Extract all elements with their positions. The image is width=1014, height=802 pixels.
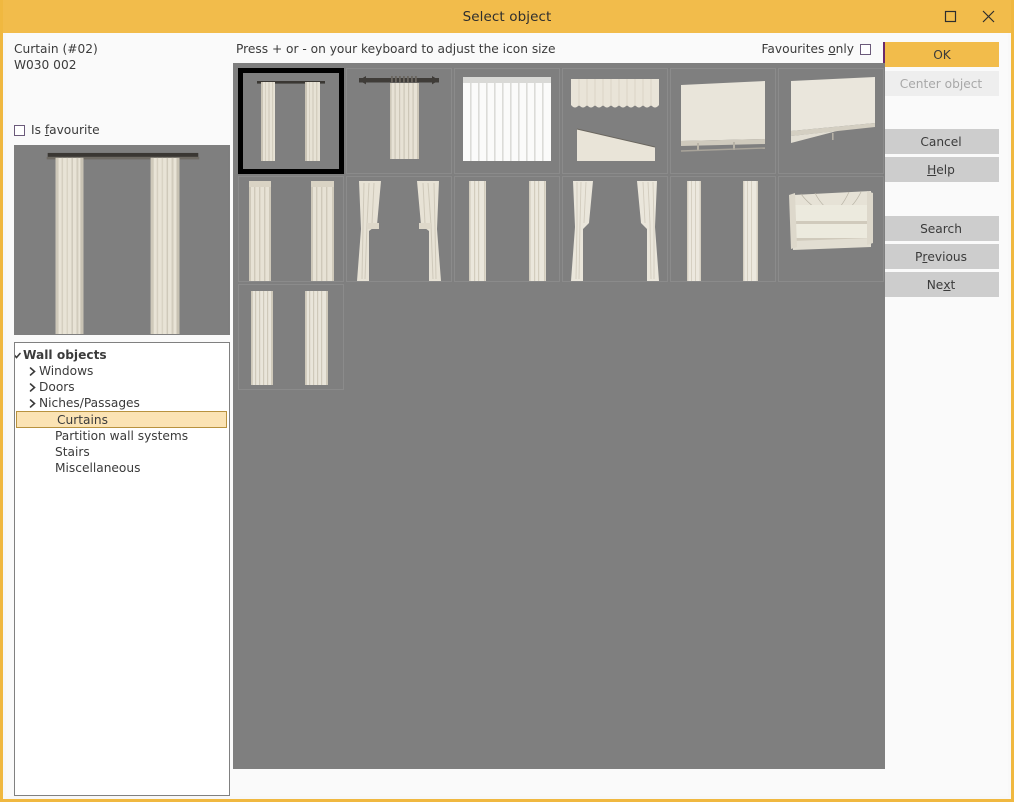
- previous-button[interactable]: Previous: [883, 244, 999, 269]
- curtain-pair-flared-icon: [563, 177, 667, 281]
- tree-item-label: Stairs: [55, 445, 90, 459]
- object-name-label: Curtain (#02) W030 002: [14, 42, 233, 73]
- curtain-pair-narrow-icon: [455, 177, 559, 281]
- title-bar: Select object: [3, 0, 1011, 33]
- left-panel: Curtain (#02) W030 002 Is favourite: [6, 33, 233, 796]
- curtain-pair-tied-icon: [347, 177, 451, 281]
- is-favourite-label: Is favourite: [31, 123, 100, 137]
- curtain-pair-pleated-icon: [239, 285, 343, 389]
- grid-item-curtain-pair-straight[interactable]: [238, 176, 344, 282]
- swag-drape-icon: [779, 177, 883, 281]
- chevron-right-icon[interactable]: [25, 382, 39, 393]
- object-grid: [233, 63, 885, 390]
- is-favourite-row[interactable]: Is favourite: [14, 123, 233, 137]
- grid-item-swag-drape[interactable]: [778, 176, 884, 282]
- curtain-preview-image: [15, 146, 229, 334]
- tree-item-label: Doors: [39, 380, 75, 394]
- tree-item-wall-objects[interactable]: Wall objects: [15, 347, 229, 363]
- favourites-only-label: Favourites only: [762, 42, 854, 56]
- select-object-dialog: Select object Curtain (#02) W030: [0, 0, 1014, 802]
- center-panel: Press + or - on your keyboard to adjust …: [233, 33, 877, 796]
- roman-blind-plain-icon: [779, 69, 883, 173]
- chevron-right-icon[interactable]: [25, 398, 39, 409]
- grid-item-curtain-pair-tied[interactable]: [346, 176, 452, 282]
- grid-item-vertical-blind[interactable]: [454, 68, 560, 174]
- close-button[interactable]: [969, 1, 1007, 33]
- help-button[interactable]: Help: [883, 157, 999, 182]
- icon-size-hint: Press + or - on your keyboard to adjust …: [233, 42, 555, 56]
- grid-item-roman-blind-plain[interactable]: [778, 68, 884, 174]
- window-title: Select object: [463, 9, 552, 25]
- tree-item-niches-passages[interactable]: Niches/Passages: [15, 395, 229, 411]
- object-preview[interactable]: [14, 145, 230, 335]
- favourites-only-row[interactable]: Favourites only: [762, 42, 872, 56]
- tree-item-label: Wall objects: [23, 348, 107, 362]
- grid-item-curtain-pair-slim[interactable]: [670, 176, 776, 282]
- grid-item-curtain-single-rod-arrows[interactable]: [346, 68, 452, 174]
- grid-item-curtain-pair-narrow[interactable]: [454, 176, 560, 282]
- vertical-blind-icon: [455, 69, 559, 173]
- tree-item-label: Partition wall systems: [55, 429, 188, 443]
- curtain-pair-straight-icon: [239, 177, 343, 281]
- grid-item-curtain-pair-flared[interactable]: [562, 176, 668, 282]
- tree-item-label: Miscellaneous: [55, 461, 140, 475]
- tree-item-label: Windows: [39, 364, 93, 378]
- chevron-down-icon[interactable]: [14, 350, 23, 361]
- search-button[interactable]: Search: [883, 216, 999, 241]
- cancel-button[interactable]: Cancel: [883, 129, 999, 154]
- tree-item-stairs[interactable]: Stairs: [15, 444, 229, 460]
- grid-item-curtain-pair-rod[interactable]: [238, 68, 344, 174]
- close-icon: [981, 9, 996, 24]
- center-object-button: Center object: [883, 71, 999, 96]
- grid-item-roller-blind-flat[interactable]: [670, 68, 776, 174]
- valance-scalloped-icon: [563, 69, 667, 173]
- curtain-single-rod-arrows-icon: [347, 69, 451, 173]
- maximize-icon: [944, 10, 957, 23]
- maximize-button[interactable]: [931, 1, 969, 33]
- category-tree[interactable]: Wall objects Windows Doors: [14, 342, 230, 796]
- window-controls: [931, 0, 1007, 33]
- grid-item-valance-scalloped[interactable]: [562, 68, 668, 174]
- roller-blind-flat-icon: [671, 69, 775, 173]
- tree-item-partition-wall-systems[interactable]: Partition wall systems: [15, 428, 229, 444]
- chevron-right-icon[interactable]: [25, 366, 39, 377]
- ok-button[interactable]: OK: [883, 42, 999, 67]
- dialog-body: Curtain (#02) W030 002 Is favourite: [6, 33, 1008, 796]
- tree-item-windows[interactable]: Windows: [15, 363, 229, 379]
- favourites-only-checkbox[interactable]: [860, 44, 871, 55]
- is-favourite-checkbox[interactable]: [14, 125, 25, 136]
- tree-item-label: Curtains: [57, 413, 108, 427]
- right-panel: OK Center object Cancel Help Search Prev…: [877, 33, 1008, 796]
- curtain-pair-slim-icon: [671, 177, 775, 281]
- tree-item-curtains[interactable]: Curtains: [16, 411, 227, 428]
- tree-item-miscellaneous[interactable]: Miscellaneous: [15, 460, 229, 476]
- tree-item-doors[interactable]: Doors: [15, 379, 229, 395]
- tree-item-label: Niches/Passages: [39, 396, 140, 410]
- next-button[interactable]: Next: [883, 272, 999, 297]
- object-grid-area[interactable]: [233, 63, 885, 769]
- curtain-pair-rod-icon: [243, 73, 339, 169]
- grid-item-curtain-pair-pleated[interactable]: [238, 284, 344, 390]
